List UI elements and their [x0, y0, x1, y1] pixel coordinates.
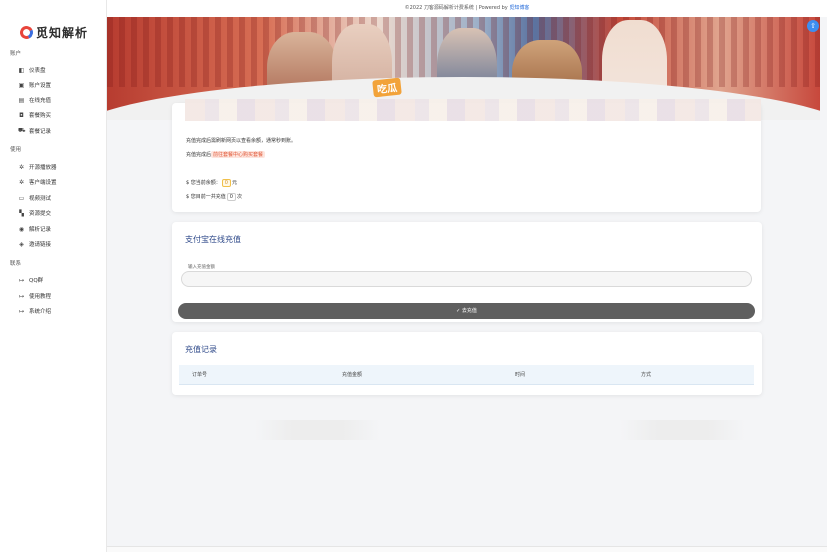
column-header: 充值金额 — [342, 372, 363, 378]
dollar-icon: $ — [186, 194, 190, 200]
recharge-title: 支付宝在线充值 — [185, 235, 241, 244]
sidebar-item-label: 客户端设置 — [29, 180, 57, 186]
nav-group-account: 账户 — [10, 51, 22, 57]
account-info-card: 充值完成后需刷新网页以查看余额，通常秒到账。 充值完成后 前往套餐中心购买套餐 $… — [172, 99, 761, 212]
balance-line: $ 您当前余额： 0 元 — [186, 179, 237, 187]
sidebar-item-client-settings[interactable]: ✲ 客户端设置 — [18, 178, 57, 187]
sidebar-item-label: QQ群 — [29, 278, 44, 284]
sidebar-item-recharge[interactable]: ▤ 在线充值 — [18, 96, 52, 105]
eye-icon: ◉ — [18, 225, 25, 233]
sidebar-item-qq-group[interactable]: ↦ QQ群 — [18, 276, 44, 285]
balance-label: 您当前余额： — [190, 180, 221, 186]
blurred-overlay — [255, 420, 380, 440]
balance-unit: 元 — [231, 180, 237, 186]
info-line: 充值完成后需刷新网页以查看余额，通常秒到账。 — [186, 138, 297, 144]
package-center-link[interactable]: 前往套餐中心购买套餐 — [211, 151, 266, 158]
bag-icon: ◘ — [19, 111, 24, 119]
brand-logo[interactable]: 觅知解析 — [18, 24, 89, 41]
blurred-overlay — [620, 420, 745, 440]
column-header: 方式 — [641, 372, 652, 378]
amount-label: 输入充值金额 — [188, 265, 215, 270]
info-line: 充值完成后 前往套餐中心购买套餐 — [186, 151, 266, 158]
sidebar-item-account-settings[interactable]: ▣ 账户设置 — [18, 81, 52, 90]
records-title: 充值记录 — [185, 345, 217, 354]
blurred-overlay — [185, 99, 761, 121]
info-line-prefix: 充值完成后 — [186, 152, 212, 158]
sidebar-item-package-buy[interactable]: ◘ 套餐购买 — [18, 111, 52, 120]
top-bar: ©2022 刀客源码解析计费系统 | Powered by 觅知博客 — [107, 0, 827, 17]
sidebar-item-resource-submit[interactable]: ▚ 资源提交 — [18, 209, 52, 218]
dashboard-icon: ◧ — [18, 66, 25, 74]
scroll-top-button[interactable]: ⇧ — [807, 20, 819, 32]
cart-icon: ⛟ — [18, 127, 26, 134]
sidebar-item-label: 系统介绍 — [29, 309, 52, 315]
sidebar-item-invite-link[interactable]: ◈ 邀请链接 — [18, 240, 52, 249]
recharge-count-value: 0 — [226, 193, 236, 201]
records-table-header: 订单号 充值金额 时间 方式 — [179, 365, 754, 385]
sidebar-item-label: 邀请链接 — [29, 242, 52, 248]
sidebar-item-label: 套餐购买 — [29, 113, 52, 119]
sidebar-item-label: 视频测试 — [29, 196, 52, 202]
sidebar-item-system-intro[interactable]: ↦ 系统介绍 — [18, 307, 52, 316]
sidebar-item-label: 解析记录 — [29, 227, 52, 233]
arrow-up-icon: ⇧ — [810, 22, 816, 30]
alipay-recharge-card: 支付宝在线充值 输入充值金额 ✓ 去充值 — [172, 222, 762, 322]
powered-by-link[interactable]: 觅知博客 — [509, 5, 529, 11]
sidebar-item-label: 仪表盘 — [29, 68, 46, 74]
brand-name: 觅知解析 — [36, 26, 89, 40]
gear-icon: ✲ — [18, 163, 25, 171]
column-header: 订单号 — [192, 372, 208, 378]
sidebar: 觅知解析 账户 ◧ 仪表盘 ▣ 账户设置 ▤ 在线充值 ◘ 套餐购买 ⛟ 套餐记录 使用 … — [0, 0, 107, 552]
arrow-in-icon: ↦ — [18, 276, 25, 284]
sidebar-item-label: 在线充值 — [29, 98, 52, 104]
sidebar-item-tutorial[interactable]: ↦ 使用教程 — [18, 292, 52, 301]
gear-icon: ✲ — [18, 178, 25, 186]
recharge-count-unit: 次 — [236, 194, 242, 200]
tag-icon: ◈ — [19, 240, 24, 248]
logo-icon — [18, 24, 35, 41]
sidebar-item-open-player[interactable]: ✲ 开源播放器 — [18, 163, 57, 172]
book-icon: ▚ — [19, 209, 24, 217]
sidebar-item-video-test[interactable]: ▭ 视频测试 — [18, 194, 52, 203]
column-header: 时间 — [515, 372, 526, 378]
nav-group-contact: 联系 — [10, 261, 22, 267]
sidebar-item-package-records[interactable]: ⛟ 套餐记录 — [18, 127, 51, 135]
sidebar-item-label: 套餐记录 — [29, 129, 52, 135]
dollar-icon: $ — [186, 180, 190, 186]
nav-group-usage: 使用 — [10, 147, 22, 153]
arrow-in-icon: ↦ — [18, 307, 25, 315]
copyright-text: ©2022 刀客源码解析计费系统 | Powered by — [404, 5, 510, 11]
user-card-icon: ▣ — [18, 81, 25, 89]
recharge-records-card: 充值记录 订单号 充值金额 时间 方式 — [172, 332, 762, 395]
sidebar-item-dashboard[interactable]: ◧ 仪表盘 — [18, 66, 46, 75]
balance-value: 0 — [221, 179, 231, 187]
banner-badge: 吃瓜 — [372, 77, 402, 98]
recharge-count-line: $ 您目前一共充值 0 次 — [186, 193, 242, 201]
amount-input[interactable] — [181, 271, 752, 287]
monitor-icon: ▭ — [18, 194, 25, 202]
sidebar-item-label: 开源播放器 — [29, 165, 57, 171]
recharge-count-label: 您目前一共充值 — [190, 194, 226, 200]
sidebar-item-label: 账户设置 — [29, 83, 52, 89]
recharge-submit-button[interactable]: ✓ 去充值 — [178, 303, 755, 319]
sidebar-item-parse-records[interactable]: ◉ 解析记录 — [18, 225, 52, 234]
card-icon: ▤ — [18, 96, 25, 104]
sidebar-item-label: 资源提交 — [29, 211, 52, 217]
arrow-in-icon: ↦ — [18, 292, 25, 300]
sidebar-item-label: 使用教程 — [29, 294, 52, 300]
page-footer — [107, 546, 827, 552]
